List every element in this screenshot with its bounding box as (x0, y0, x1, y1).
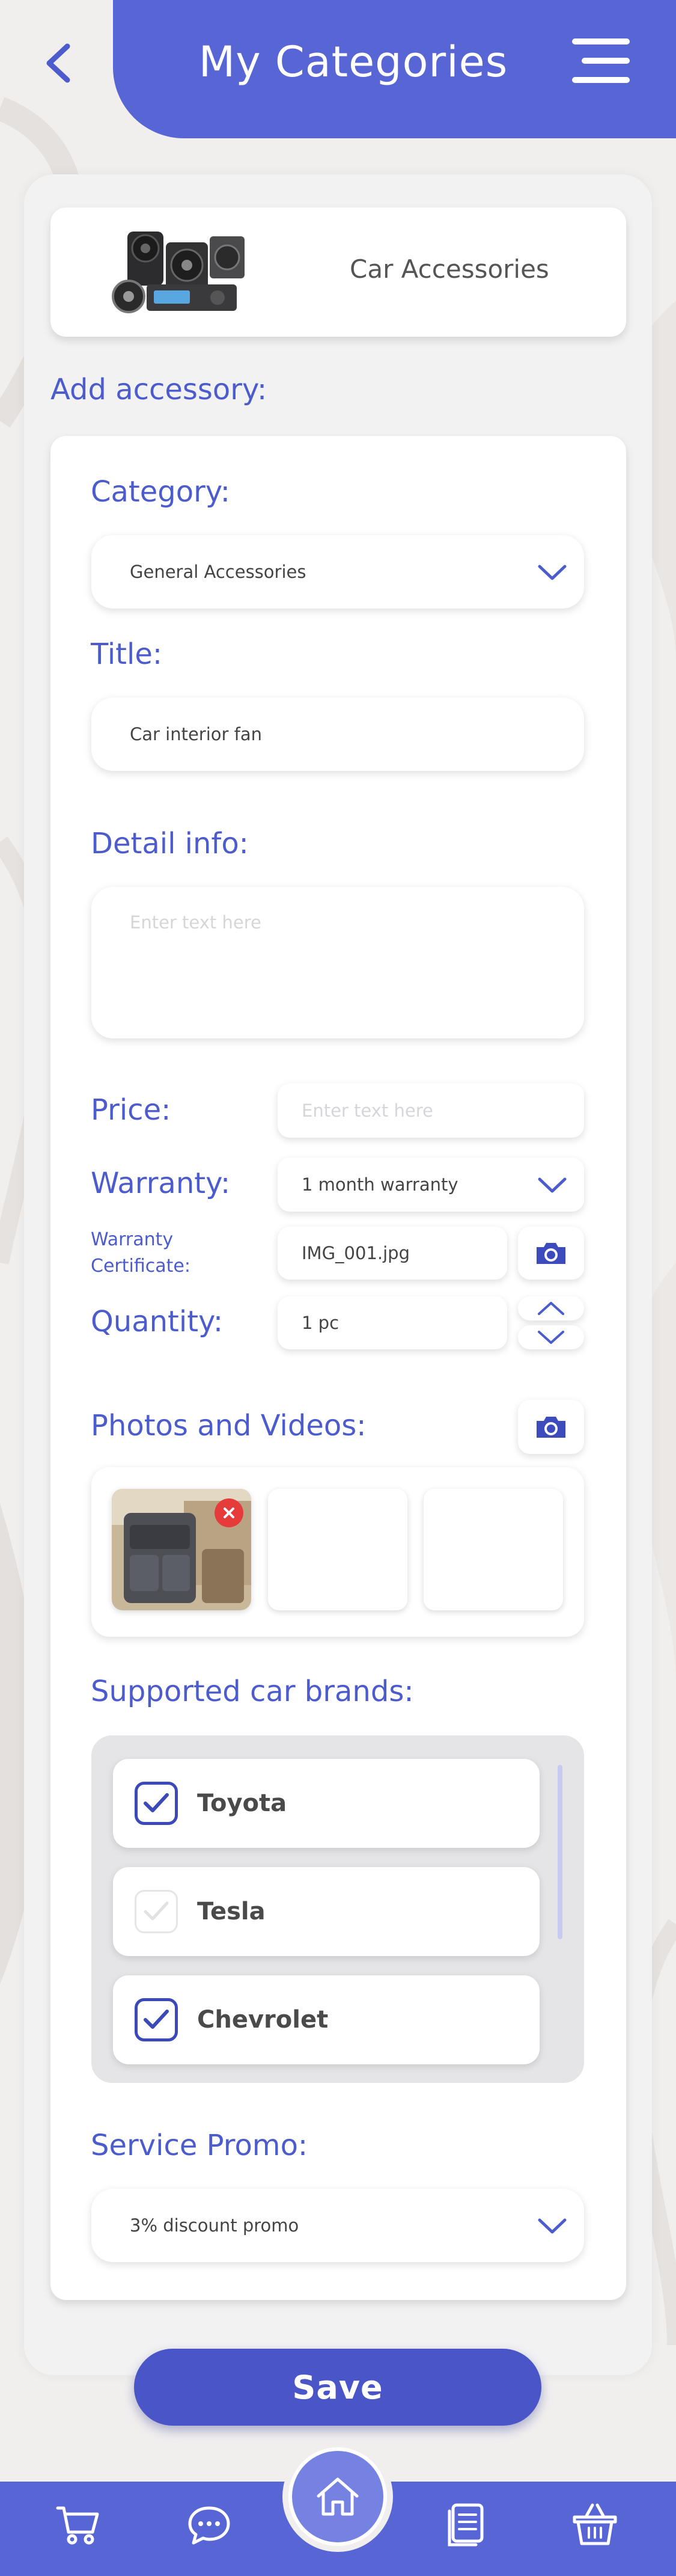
warranty-select[interactable]: 1 month warranty (278, 1158, 584, 1212)
checkbox-checked[interactable] (135, 1782, 178, 1825)
checkbox-unchecked[interactable] (135, 1890, 178, 1933)
title-input-value: Car interior fan (130, 724, 263, 744)
chevron-up-icon (538, 1302, 564, 1315)
chevron-down-icon (538, 2218, 567, 2234)
detail-textarea[interactable]: Enter text here (91, 887, 584, 1038)
photos-label: Photos and Videos: (91, 1409, 367, 1443)
quantity-increment-button[interactable] (518, 1296, 584, 1320)
promo-label: Service Promo: (91, 2129, 308, 2162)
basket-icon (573, 2503, 617, 2545)
quantity-decrement-button[interactable] (518, 1325, 584, 1349)
document-button[interactable] (445, 2503, 487, 2551)
empty-photo-slot[interactable] (424, 1489, 563, 1610)
checkmark-icon (144, 1793, 169, 1812)
chevron-down-icon (538, 1331, 564, 1344)
brands-label: Supported car brands: (91, 1675, 414, 1708)
chevron-down-icon (538, 1177, 567, 1193)
warranty-cert-label: Warranty Certificate: (91, 1229, 190, 1277)
brand-name: Toyota (197, 1789, 287, 1817)
quantity-value: 1 pc (302, 1313, 340, 1333)
brand-item-toyota[interactable]: Toyota (113, 1759, 540, 1848)
document-icon (448, 2503, 484, 2547)
brand-name: Chevrolet (197, 2006, 329, 2034)
detail-placeholder: Enter text here (130, 912, 261, 933)
photos-camera-button[interactable] (518, 1400, 584, 1454)
checkbox-checked[interactable] (135, 1998, 178, 2041)
price-label: Price: (91, 1093, 171, 1127)
back-button[interactable] (36, 33, 84, 93)
chevron-down-icon (538, 565, 567, 580)
chat-button[interactable] (186, 2504, 232, 2549)
warranty-select-value: 1 month warranty (302, 1174, 458, 1195)
title-input[interactable]: Car interior fan (91, 698, 584, 771)
chat-icon (188, 2506, 230, 2545)
cart-icon (56, 2506, 99, 2545)
hamburger-menu-icon (572, 38, 630, 44)
close-icon (224, 1507, 234, 1518)
title-label: Title: (91, 637, 163, 671)
category-select-value: General Accessories (130, 562, 306, 582)
brands-scrollbar[interactable] (558, 1765, 562, 1939)
camera-icon (537, 1417, 565, 1438)
checkmark-icon (144, 1901, 169, 1921)
save-button[interactable]: Save (134, 2349, 541, 2426)
home-icon (317, 2477, 359, 2516)
menu-button[interactable] (572, 37, 630, 85)
quantity-label: Quantity: (91, 1305, 224, 1339)
car-audio-speakers-image (112, 232, 245, 313)
brand-item-tesla[interactable]: Tesla (113, 1867, 540, 1956)
page-title: My Categories (198, 37, 508, 87)
category-label: Category: (91, 475, 230, 509)
empty-photo-slot[interactable] (268, 1489, 407, 1610)
home-button[interactable] (288, 2447, 387, 2546)
category-card[interactable]: Car Accessories (50, 207, 626, 337)
basket-button[interactable] (572, 2501, 618, 2550)
quantity-input[interactable]: 1 pc (278, 1296, 507, 1349)
price-placeholder: Enter text here (302, 1100, 433, 1121)
detail-label: Detail info: (91, 827, 249, 860)
camera-icon (537, 1243, 565, 1264)
checkmark-icon (144, 2010, 169, 2029)
brand-item-chevrolet[interactable]: Chevrolet (113, 1975, 540, 2064)
brand-name: Tesla (197, 1898, 266, 1925)
delete-photo-button[interactable] (215, 1498, 243, 1527)
section-title: Add accessory: (50, 373, 267, 406)
warranty-cert-camera-button[interactable] (518, 1227, 584, 1280)
price-input[interactable]: Enter text here (278, 1084, 584, 1138)
warranty-cert-value: IMG_001.jpg (302, 1243, 410, 1263)
cart-button[interactable] (55, 2504, 101, 2549)
warranty-cert-input[interactable]: IMG_001.jpg (278, 1227, 507, 1280)
promo-select-value: 3% discount promo (130, 2215, 299, 2236)
warranty-label: Warranty: (91, 1167, 231, 1200)
chevron-left-icon (46, 43, 70, 83)
category-name: Car Accessories (350, 254, 549, 284)
promo-select[interactable]: 3% discount promo (91, 2189, 584, 2262)
category-select[interactable]: General Accessories (91, 535, 584, 609)
